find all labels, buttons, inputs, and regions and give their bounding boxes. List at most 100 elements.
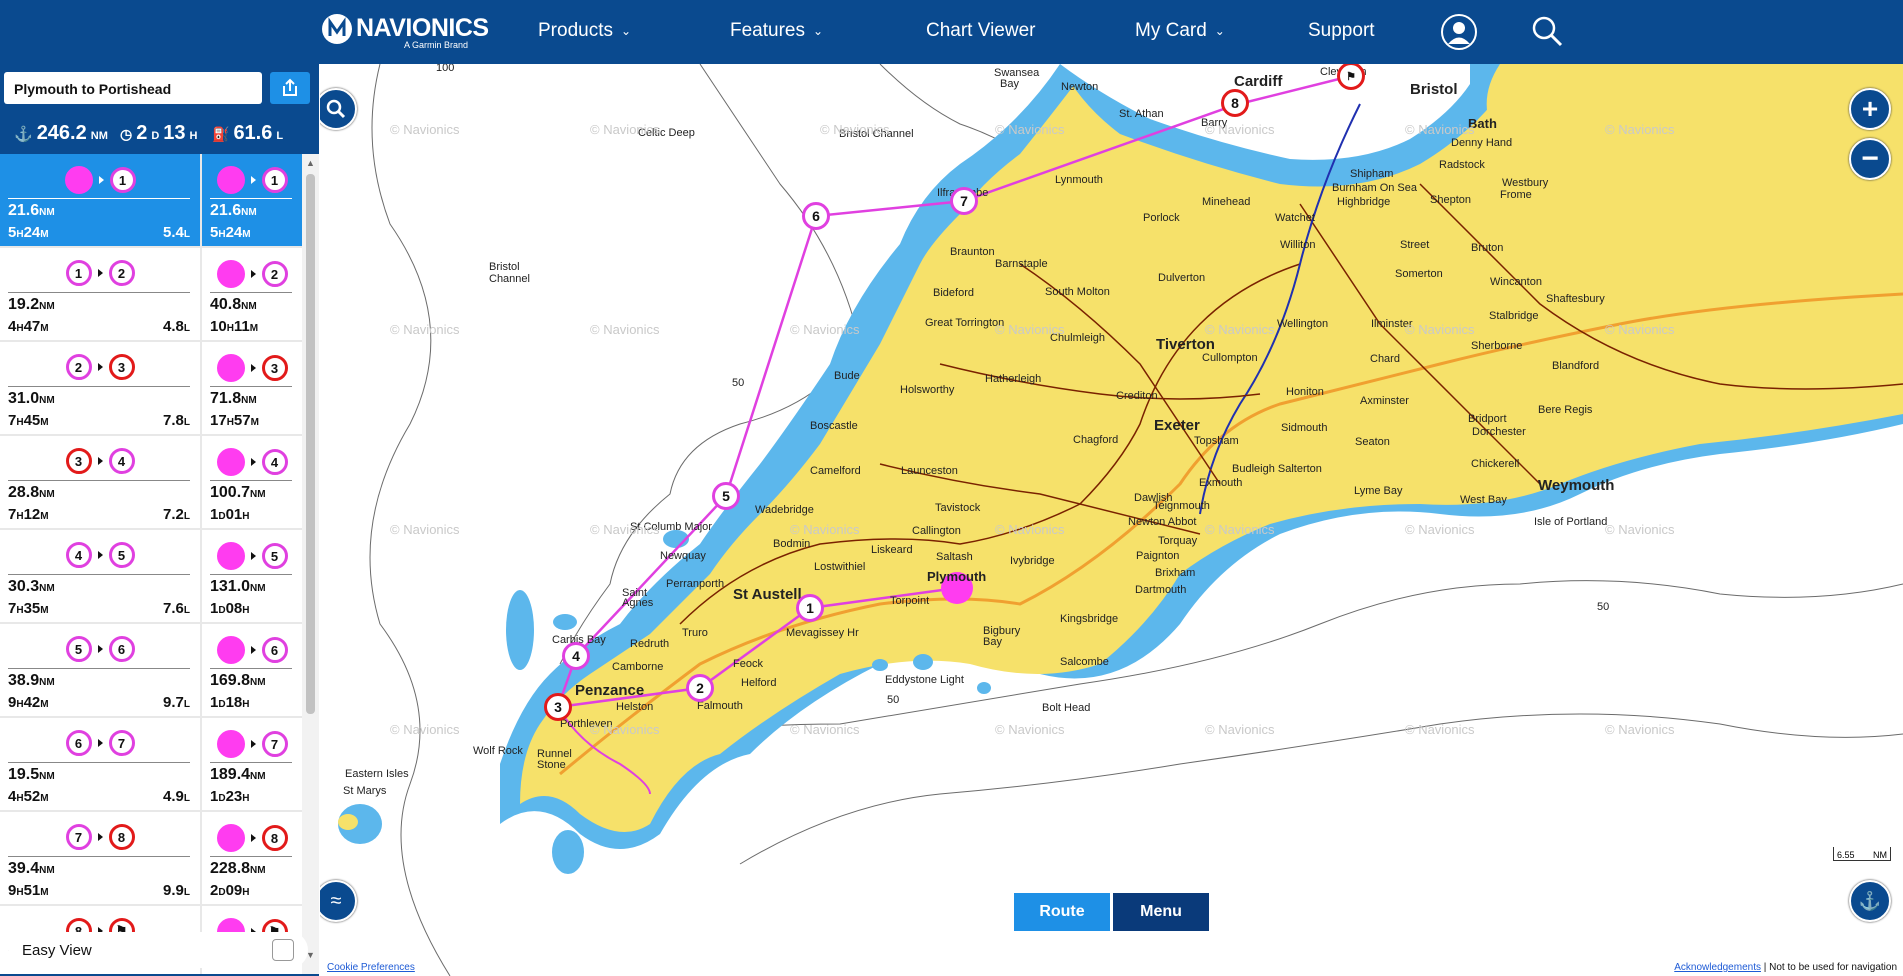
watermark: © Navionics xyxy=(1605,522,1675,537)
leg-row[interactable]: 3 4 28.8NM 7H12M 7.2L 4 100.7NM 1D01H xyxy=(0,436,302,528)
place-label: Burnham On Sea xyxy=(1332,182,1417,194)
scroll-up-icon[interactable]: ▲ xyxy=(306,158,315,168)
watermark: © Navionics xyxy=(390,522,460,537)
waypoint-badge: 7 xyxy=(65,824,92,850)
search-icon[interactable] xyxy=(1530,14,1564,48)
cumulative-cell[interactable]: 8 228.8NM 2D09H xyxy=(202,812,302,904)
waypoint-2[interactable]: 2 xyxy=(686,674,714,702)
arrow-right-icon xyxy=(250,646,256,654)
leg-cell[interactable]: 7 8 39.4NM 9H51M 9.9L xyxy=(0,812,200,904)
share-button[interactable] xyxy=(270,72,310,104)
unit: L xyxy=(183,887,190,898)
waypoint-1[interactable]: 1 xyxy=(796,594,824,622)
leg-row[interactable]: 7 8 39.4NM 9H51M 9.9L 8 228.8NM 2D09H xyxy=(0,812,302,904)
place-label: Liskeard xyxy=(871,544,913,556)
unit: H xyxy=(218,229,226,240)
cumulative-cell[interactable]: 3 71.8NM 17H57M xyxy=(202,342,302,434)
unit: L xyxy=(183,605,190,616)
waypoint-8[interactable]: 8 xyxy=(1221,89,1249,117)
cumulative-cell[interactable]: 5 131.0NM 1D08H xyxy=(202,530,302,622)
unit: NM xyxy=(250,583,266,594)
nav-features[interactable]: Features ⌄ xyxy=(730,20,823,42)
cookie-preferences-link[interactable]: Cookie Preferences xyxy=(325,961,417,974)
leg-list-scrollbar[interactable]: ▲ ▼ xyxy=(302,154,319,974)
leg-minutes: 42 xyxy=(23,694,41,711)
place-label: Blandford xyxy=(1552,360,1600,372)
place-label: Shepton xyxy=(1430,194,1471,206)
unit: L xyxy=(183,511,190,522)
cumulative-cell[interactable]: 7 189.4NM 1D23H xyxy=(202,718,302,810)
nav-products[interactable]: Products ⌄ xyxy=(538,20,631,42)
menu-button[interactable]: Menu xyxy=(1113,893,1209,931)
leg-distance-value: 19.2 xyxy=(8,296,40,313)
leg-cell[interactable]: 3 4 28.8NM 7H12M 7.2L xyxy=(0,436,200,528)
leg-distance-value: 19.5 xyxy=(8,766,40,783)
unit: NM xyxy=(39,865,55,876)
cumulative-cell[interactable]: 1 21.6NM 5H24M xyxy=(202,154,302,246)
place-label: Chard xyxy=(1370,353,1400,365)
leg-cell[interactable]: 1 21.6NM 5H24M 5.4L xyxy=(0,154,200,246)
disclaimer: | Not to be used for navigation xyxy=(1760,962,1897,973)
leg-cell[interactable]: 2 3 31.0NM 7H45M 7.8L xyxy=(0,342,200,434)
leg-fuel-value: 7.8 xyxy=(163,412,184,429)
leg-cell[interactable]: 1 2 19.2NM 4H47M 4.8L xyxy=(0,248,200,340)
scrollbar-thumb[interactable] xyxy=(306,174,315,714)
chart-map[interactable]: Celtic Deep Bristol Channel Bristol Channel… xyxy=(320,64,1903,976)
zoom-out-button[interactable]: − xyxy=(1849,138,1891,180)
cumulative-points: 6 xyxy=(202,636,302,664)
leg-cell[interactable]: 6 7 19.5NM 4H52M 4.9L xyxy=(0,718,200,810)
place-label: Denny Hand xyxy=(1451,137,1513,149)
leg-row[interactable]: 1 2 19.2NM 4H47M 4.8L 2 40.8NM 10H11M xyxy=(0,248,302,340)
leg-cell[interactable]: 5 6 38.9NM 9H42M 9.7L xyxy=(0,624,200,716)
route-name-field[interactable]: Plymouth to Portishead xyxy=(4,72,262,104)
leg-row[interactable]: 5 6 38.9NM 9H42M 9.7L 6 169.8NM 1D18H xyxy=(0,624,302,716)
waypoint-4[interactable]: 4 xyxy=(562,642,590,670)
cumulative-time-a: 10 xyxy=(210,318,227,335)
waypoint-badge: 6 xyxy=(261,637,288,663)
divider xyxy=(210,480,292,481)
place-label: Honiton xyxy=(1286,386,1324,398)
easy-view-toggle[interactable]: Easy View xyxy=(8,932,308,968)
unit: NM xyxy=(250,865,266,876)
nav-my-card[interactable]: My Card ⌄ xyxy=(1135,20,1225,42)
place-label: Great Torrington xyxy=(925,317,1005,329)
waypoint-3[interactable]: 3 xyxy=(544,693,572,721)
nav-chart-viewer[interactable]: Chart Viewer xyxy=(926,20,1035,42)
navionics-logo[interactable]: NAVIONICS A Garmin Brand xyxy=(320,12,489,52)
chevron-down-icon: ⌄ xyxy=(812,24,824,38)
cumulative-cell[interactable]: 2 40.8NM 10H11M xyxy=(202,248,302,340)
start-point-icon xyxy=(216,824,245,852)
start-point-icon xyxy=(216,636,245,664)
watermark: © Navionics xyxy=(1205,122,1275,137)
place-label: St. Athan xyxy=(1119,108,1164,120)
leg-row[interactable]: 1 21.6NM 5H24M 5.4L 1 21.6NM 5H24M xyxy=(0,154,302,246)
position-button[interactable]: ⚓ xyxy=(1849,880,1891,922)
unit: H xyxy=(16,699,24,710)
leg-row[interactable]: 2 3 31.0NM 7H45M 7.8L 3 71.8NM 17H57M xyxy=(0,342,302,434)
user-profile-icon[interactable] xyxy=(1440,13,1478,51)
leg-row[interactable]: 4 5 30.3NM 7H35M 7.6L 5 131.0NM 1D08H xyxy=(0,530,302,622)
leg-list[interactable]: 1 21.6NM 5H24M 5.4L 1 21.6NM 5H24M 1 2 19.2NM 4H47… xyxy=(0,154,302,974)
place-label: Exmouth xyxy=(1199,477,1243,489)
place-label: Chagford xyxy=(1073,434,1119,446)
place-label: Braunton xyxy=(950,246,995,258)
place-label: Launceston xyxy=(901,465,958,477)
zoom-in-button[interactable]: + xyxy=(1849,88,1891,130)
place-label: Shipham xyxy=(1350,168,1394,180)
clock-icon: ◷ xyxy=(120,126,133,142)
place-label: Newquay xyxy=(660,550,706,562)
leg-row[interactable]: 6 7 19.5NM 4H52M 4.9L 7 189.4NM 1D23H xyxy=(0,718,302,810)
easy-view-checkbox[interactable] xyxy=(272,939,294,961)
acknowledgements-link[interactable]: Acknowledgements xyxy=(1674,962,1761,973)
waypoint-7[interactable]: 7 xyxy=(950,187,978,215)
waypoint-6[interactable]: 6 xyxy=(802,202,830,230)
cumulative-cell[interactable]: 4 100.7NM 1D01H xyxy=(202,436,302,528)
route-button[interactable]: Route xyxy=(1014,893,1110,931)
cumulative-cell[interactable]: 6 169.8NM 1D18H xyxy=(202,624,302,716)
waypoint-5[interactable]: 5 xyxy=(712,482,740,510)
nav-support[interactable]: Support xyxy=(1308,20,1375,42)
unit: D xyxy=(151,130,160,142)
watermark: © Navionics xyxy=(1605,722,1675,737)
cumulative-distance: 21.6NM xyxy=(210,202,257,220)
leg-cell[interactable]: 4 5 30.3NM 7H35M 7.6L xyxy=(0,530,200,622)
